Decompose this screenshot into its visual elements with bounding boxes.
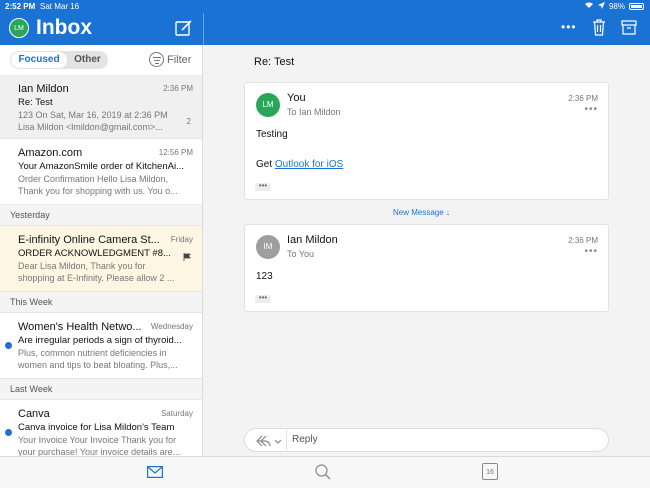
filter-button[interactable]: Filter bbox=[149, 52, 191, 67]
battery-icon bbox=[629, 3, 644, 10]
message-more-icon[interactable]: ••• bbox=[584, 104, 598, 115]
trash-icon[interactable] bbox=[592, 18, 606, 36]
archive-icon[interactable] bbox=[621, 19, 637, 35]
message-list-pane: Focused Other Filter Ian Mildon 2:36 PM … bbox=[0, 45, 203, 456]
message-card[interactable]: IM Ian Mildon To You 2:36 PM ••• 123 ••• bbox=[244, 224, 609, 312]
list-item-subject: Canva invoice for Lisa Mildon's Team bbox=[18, 422, 175, 433]
list-item-preview: shopping at E-Infinity. Please allow 2 .… bbox=[18, 273, 175, 283]
section-header-yesterday: Yesterday bbox=[0, 205, 202, 226]
message-body-line: 123 bbox=[256, 271, 273, 282]
message-body-line: Testing bbox=[256, 129, 288, 140]
message-from: You bbox=[287, 92, 306, 104]
tab-other[interactable]: Other bbox=[68, 52, 107, 68]
section-header-last-week: Last Week bbox=[0, 379, 202, 400]
status-indicators: 98% bbox=[584, 0, 644, 13]
message-to: To Ian Mildon bbox=[287, 107, 341, 117]
list-item-time: Saturday bbox=[160, 409, 193, 418]
list-item[interactable]: Ian Mildon 2:36 PM Re: Test 123 On Sat, … bbox=[0, 75, 202, 139]
list-item-time: 12:56 PM bbox=[158, 148, 193, 157]
message-time: 2:36 PM bbox=[568, 236, 598, 245]
list-item-sender: Ian Mildon bbox=[18, 83, 69, 95]
list-item-time: 2:36 PM bbox=[163, 84, 193, 93]
list-item-subject: Are irregular periods a sign of thyroid.… bbox=[18, 335, 182, 346]
body-text: Get bbox=[256, 159, 275, 170]
reply-bar[interactable]: Reply bbox=[244, 428, 609, 452]
status-date: Sat Mar 16 bbox=[40, 2, 80, 11]
message-more-icon[interactable]: ••• bbox=[584, 246, 598, 257]
list-item-sender: Women's Health Netwo... bbox=[18, 321, 142, 333]
list-item-sender: Canva bbox=[18, 408, 50, 420]
list-item-sender: E-infinity Online Camera St... bbox=[18, 234, 160, 246]
location-icon bbox=[597, 0, 605, 13]
thread-subject: Re: Test bbox=[254, 56, 295, 68]
focused-other-toggle: Focused Other bbox=[10, 51, 108, 69]
show-quoted-button[interactable]: ••• bbox=[255, 182, 271, 191]
message-card[interactable]: LM You To Ian Mildon 2:36 PM ••• Testing… bbox=[244, 82, 609, 200]
filter-label: Filter bbox=[167, 53, 192, 66]
list-item-sender: Amazon.com bbox=[18, 147, 83, 159]
avatar: IM bbox=[256, 235, 280, 259]
calendar-icon[interactable]: 16 bbox=[482, 463, 498, 480]
message-to: To You bbox=[287, 249, 315, 259]
list-item-preview: Thank you for shopping with us. You o... bbox=[18, 186, 178, 196]
reading-pane: Re: Test LM You To Ian Mildon 2:36 PM ••… bbox=[204, 45, 650, 456]
top-bar: 2:52 PM Sat Mar 16 98% LM Inbox ••• bbox=[0, 0, 650, 45]
list-item-preview: Lisa Mildon <lmildon@gmail.com>... bbox=[18, 122, 163, 132]
outlook-ios-link[interactable]: Outlook for iOS bbox=[275, 159, 343, 170]
list-item-time: Wednesday bbox=[150, 322, 193, 331]
pane-divider bbox=[203, 13, 204, 45]
list-item[interactable]: Amazon.com 12:56 PM Your AmazonSmile ord… bbox=[0, 139, 202, 205]
list-item-time: Friday bbox=[170, 235, 193, 244]
list-item-subject: ORDER ACKNOWLEDGMENT #8... bbox=[18, 248, 171, 259]
wifi-icon bbox=[584, 0, 594, 13]
mail-icon[interactable] bbox=[147, 465, 164, 479]
status-bar: 2:52 PM Sat Mar 16 98% bbox=[0, 0, 650, 13]
list-item-preview: your purchase! Your invoice details are.… bbox=[18, 447, 181, 456]
unread-indicator bbox=[5, 429, 12, 436]
list-item-preview: Order Confirmation Hello Lisa Mildon, bbox=[18, 174, 169, 184]
more-icon[interactable]: ••• bbox=[561, 20, 577, 34]
list-item-subject: Re: Test bbox=[18, 97, 53, 108]
reply-icon[interactable] bbox=[255, 433, 283, 449]
bottom-tab-bar: 16 bbox=[0, 456, 650, 488]
new-message-indicator[interactable]: New Message ↓ bbox=[393, 208, 450, 217]
list-item-preview: Plus, common nutrient deficiencies in bbox=[18, 348, 167, 358]
message-body-line: Get Outlook for iOS bbox=[256, 159, 343, 170]
thread-count: 2 bbox=[186, 117, 191, 126]
message-time: 2:36 PM bbox=[568, 94, 598, 103]
reply-input[interactable]: Reply bbox=[292, 434, 318, 445]
avatar: LM bbox=[256, 93, 280, 117]
reply-separator bbox=[286, 429, 287, 451]
list-item-preview: Your Invoice Your Invoice Thank you for bbox=[18, 435, 177, 445]
account-avatar[interactable]: LM bbox=[9, 18, 29, 38]
status-time: 2:52 PM bbox=[5, 2, 36, 11]
inbox-title: Inbox bbox=[36, 16, 92, 39]
search-icon[interactable] bbox=[315, 464, 331, 480]
list-item-preview: 123 On Sat, Mar 16, 2019 at 2:36 PM bbox=[18, 110, 168, 120]
battery-percent: 98% bbox=[608, 2, 625, 11]
unread-indicator bbox=[5, 342, 12, 349]
list-item-preview: Dear Lisa Mildon, Thank you for bbox=[18, 261, 146, 271]
message-from: Ian Mildon bbox=[287, 234, 338, 246]
app: 2:52 PM Sat Mar 16 98% LM Inbox ••• Focu… bbox=[0, 0, 650, 488]
show-quoted-button[interactable]: ••• bbox=[255, 294, 271, 303]
tab-focused[interactable]: Focused bbox=[11, 52, 67, 68]
list-item-preview: women and tips to beat bloating. Plus,..… bbox=[18, 360, 178, 370]
list-item[interactable]: Canva Saturday Canva invoice for Lisa Mi… bbox=[0, 400, 202, 456]
list-item[interactable]: E-infinity Online Camera St... Friday OR… bbox=[0, 226, 202, 292]
compose-icon[interactable] bbox=[175, 19, 193, 37]
section-header-this-week: This Week bbox=[0, 292, 202, 313]
flag-icon bbox=[183, 248, 191, 261]
list-item-subject: Your AmazonSmile order of KitchenAi... bbox=[18, 161, 184, 172]
filter-icon bbox=[149, 52, 164, 67]
list-item[interactable]: Women's Health Netwo... Wednesday Are ir… bbox=[0, 313, 202, 379]
